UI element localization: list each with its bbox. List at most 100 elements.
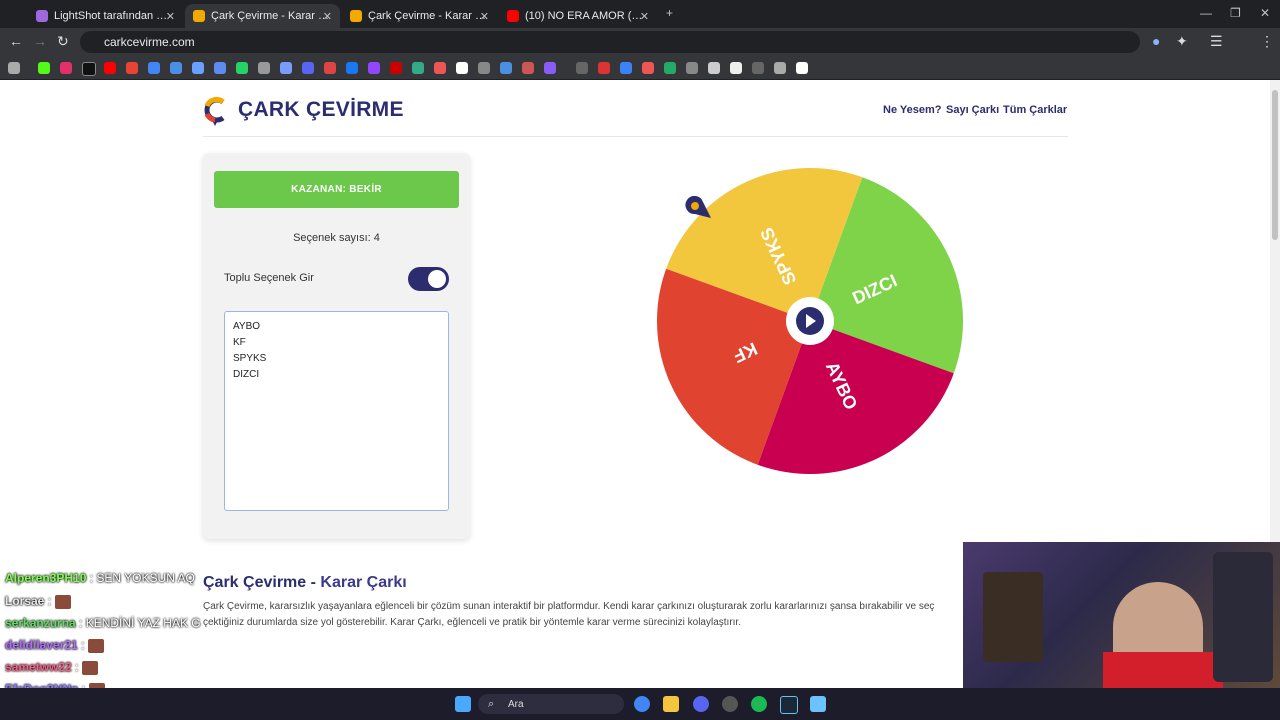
spotify-icon[interactable] — [751, 696, 767, 712]
obs-icon[interactable] — [722, 696, 738, 712]
tab-title: Çark Çevirme - Karar Çarkı — [211, 10, 329, 22]
x-icon[interactable] — [82, 62, 96, 76]
instagram-icon[interactable] — [60, 62, 72, 74]
bookmark-icon[interactable] — [708, 62, 720, 74]
windows-start-icon[interactable] — [455, 696, 471, 712]
bookmark-icon[interactable] — [170, 62, 182, 74]
close-window-icon[interactable]: ✕ — [1260, 6, 1270, 20]
bookmark-icon[interactable] — [664, 62, 676, 74]
bookmark-icon[interactable] — [598, 62, 610, 74]
option-line: KF — [233, 337, 246, 348]
article-title: Çark Çevirme - Karar Çarkı — [203, 574, 407, 592]
tab-lightshot[interactable]: LightShot tarafından Ekran Görü ✕ — [28, 4, 183, 28]
forward-icon[interactable]: → — [33, 33, 47, 49]
nav-tum-carklar[interactable]: Tüm Çarklar — [1003, 104, 1067, 116]
chat-user: delidilaver21 — [5, 638, 78, 652]
url-field[interactable]: carkcevirme.com — [80, 31, 1140, 53]
chat-user: serkanzurna — [5, 616, 76, 630]
bookmark-icon[interactable] — [544, 62, 556, 74]
file-explorer-icon[interactable] — [663, 696, 679, 712]
bookmark-icon[interactable] — [456, 62, 468, 74]
close-tab-icon[interactable]: ✕ — [640, 10, 649, 23]
cark-logo-icon[interactable] — [203, 96, 227, 126]
reload-icon[interactable]: ↻ — [57, 33, 69, 50]
cark-logo-icon — [350, 10, 362, 22]
chat-text: : — [75, 660, 79, 674]
bookmark-icon[interactable] — [796, 62, 808, 74]
taskbar-search[interactable]: Ara — [478, 694, 624, 714]
article-line: Çark Çevirme, kararsızlık yaşayanlara eğ… — [203, 601, 935, 612]
bulk-entry-label: Toplu Seçenek Gir — [224, 272, 314, 284]
youtube-icon — [507, 10, 519, 22]
streamer-shirt — [1103, 652, 1223, 688]
bookmark-icon[interactable] — [478, 62, 490, 74]
bookmark-icon[interactable] — [412, 62, 424, 74]
tab-title: LightShot tarafından Ekran Görü — [54, 10, 172, 22]
close-tab-icon[interactable]: ✕ — [323, 10, 332, 23]
kick-icon[interactable] — [38, 62, 50, 74]
gmail-icon[interactable] — [126, 62, 138, 74]
close-tab-icon[interactable]: ✕ — [166, 10, 175, 23]
chat-text: : — [47, 594, 52, 608]
bookmark-icon[interactable] — [390, 62, 402, 74]
minimize-icon[interactable]: — — [1200, 6, 1212, 20]
header-divider — [203, 136, 1068, 137]
bookmark-icon[interactable] — [324, 62, 336, 74]
twitch-icon[interactable] — [368, 62, 380, 74]
bookmark-icon[interactable] — [642, 62, 654, 74]
bookmark-icon[interactable] — [302, 62, 314, 74]
site-logo-text[interactable]: ÇARK ÇEVİRME — [238, 98, 404, 122]
emote-icon — [88, 638, 105, 653]
bookmark-icon[interactable] — [774, 62, 786, 74]
facebook-icon[interactable] — [346, 62, 358, 74]
steam-icon[interactable] — [780, 696, 798, 714]
restore-icon[interactable]: ❐ — [1230, 6, 1241, 20]
toggle-knob — [428, 270, 446, 288]
tab-cark-cevirme-active[interactable]: Çark Çevirme - Karar Çarkı ✕ — [185, 4, 340, 28]
chrome-icon[interactable] — [634, 696, 650, 712]
bookmark-icon[interactable] — [192, 62, 204, 74]
tab-youtube[interactable]: (10) NO ERA AMOR (Super Slow ✕ — [499, 4, 657, 28]
extensions-icon[interactable]: ✦ — [1176, 33, 1188, 50]
close-tab-icon[interactable]: ✕ — [480, 10, 489, 23]
options-textarea[interactable]: AYBO KF SPYKS DIZCI — [224, 311, 449, 511]
scrollbar-thumb[interactable] — [1272, 90, 1278, 240]
google-icon[interactable] — [148, 62, 160, 74]
notepad-icon[interactable] — [810, 696, 826, 712]
reading-list-icon[interactable]: ☰ — [1210, 33, 1223, 50]
whatsapp-icon[interactable] — [236, 62, 248, 74]
chat-text: : SEN YOKSUN AQ — [89, 571, 195, 585]
tab-title: (10) NO ERA AMOR (Super Slow — [525, 10, 643, 22]
tab-cark-cevirme[interactable]: Çark Çevirme - Karar Çarkı ✕ — [342, 4, 497, 28]
bookmark-icon[interactable] — [258, 62, 270, 74]
nav-sayi-carki[interactable]: Sayı Çarkı — [946, 104, 999, 116]
bookmark-icon[interactable] — [280, 62, 292, 74]
apps-icon[interactable] — [8, 62, 20, 74]
bookmark-icon[interactable] — [214, 62, 226, 74]
youtube-icon[interactable] — [104, 62, 116, 74]
option-line: DIZCI — [233, 369, 260, 380]
discord-icon[interactable] — [693, 696, 709, 712]
bookmark-icon[interactable] — [752, 62, 764, 74]
bulk-entry-toggle[interactable] — [408, 267, 449, 291]
menu-icon[interactable]: ⋮ — [1260, 33, 1274, 50]
back-icon[interactable]: ← — [9, 33, 23, 49]
search-icon: ⌕ — [488, 698, 495, 710]
tab-title: Çark Çevirme - Karar Çarkı — [368, 10, 486, 22]
bookmark-icon[interactable] — [620, 62, 632, 74]
microphone — [1213, 552, 1273, 682]
bookmark-icon[interactable] — [686, 62, 698, 74]
bookmark-icon[interactable] — [434, 62, 446, 74]
bookmark-icon[interactable] — [576, 62, 588, 74]
bookmark-icon[interactable] — [730, 62, 742, 74]
bookmark-icon[interactable] — [500, 62, 512, 74]
profile-icon[interactable]: ● — [1152, 33, 1160, 49]
chat-text: : — [81, 638, 85, 652]
nav-ne-yesem[interactable]: Ne Yesem? — [883, 104, 942, 116]
new-tab-button[interactable]: + — [666, 6, 673, 20]
chat-message: serkanzurna : KENDİNİ YAZ HAK G — [5, 616, 201, 630]
chat-text: : KENDİNİ YAZ HAK G — [79, 616, 201, 630]
chat-user: sametww22 — [5, 660, 72, 674]
bookmark-icon[interactable] — [522, 62, 534, 74]
winner-banner: KAZANAN: BEKİR — [214, 171, 459, 208]
